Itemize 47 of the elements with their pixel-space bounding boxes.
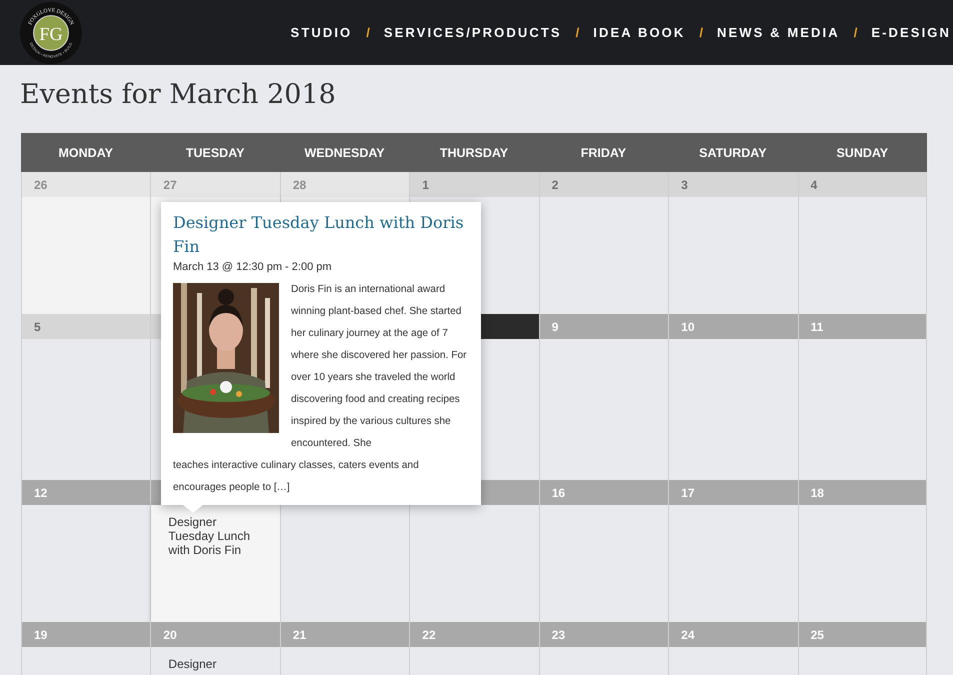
weekday-label: SUNDAY [835,144,890,162]
day-number: 3 [681,178,688,192]
day-number: 12 [34,486,48,500]
day-number: 2 [552,178,558,192]
nav-separator: / [854,25,858,40]
day-number: 16 [552,486,566,500]
nav-link[interactable]: IDEA BOOK [593,25,686,40]
weekday-label: SATURDAY [698,144,768,162]
day-number: 20 [163,628,177,642]
day-number: 21 [292,628,306,642]
day-number: 1 [422,178,429,192]
day-number: 24 [681,628,694,642]
weekday-label: WEDNESDAY [304,144,386,162]
day-number: 9 [552,320,558,334]
day-number: 5 [34,320,41,334]
day-number: 17 [681,486,694,500]
day-number: 10 [681,320,694,334]
nav-link[interactable]: SERVICES/PRODUCTS [384,25,562,40]
day-number: 4 [810,178,818,192]
weekday-label: MONDAY [58,144,114,162]
event-link[interactable]: Designer Tuesday Lunch with Doris Fin [168,515,260,557]
nav-link[interactable]: NEWS & MEDIA [717,25,840,40]
day-cell[interactable]: Designer Tuesday Lunch with Doris Fin [151,505,280,622]
nav-link[interactable]: STUDIO [290,25,352,40]
day-number: 19 [34,628,48,642]
day-number: 11 [810,320,824,334]
event-description: Doris Fin is an international award winning plant-based chef. She started her culinary journey at the age of 7 where she discovered her passion. For over 10 years she traveled the world discovering food and creating recipes inspired by the various cultures she encountered. She [291,283,468,451]
day-number: 25 [810,628,824,642]
event-description: teaches interactive culinary classes, caters events and encourages people to […] [173,459,420,495]
day-number: 18 [810,486,824,500]
weekday-label: TUESDAY [184,144,246,162]
event-time: March 13 @ 12:30 pm - 2:00 pm [173,261,333,273]
day-cell[interactable] [22,197,150,314]
day-number: 28 [292,178,306,192]
day-number: 26 [34,178,48,192]
nav-link[interactable]: E-DESIGN [871,25,951,40]
weekday-label: FRIDAY [580,144,628,162]
nav-separator: / [699,25,704,40]
nav-separator: / [366,25,370,40]
day-number: 27 [163,178,177,192]
event-title[interactable]: Designer Tuesday Lunch with Doris Fin [173,211,471,259]
weekday-label: THURSDAY [438,144,510,162]
event-link[interactable]: Designer [168,657,260,671]
day-number: 23 [552,628,566,642]
day-number: 22 [422,628,436,642]
page-title: Events for March 2018 [19,78,337,112]
nav-separator: / [576,25,580,40]
